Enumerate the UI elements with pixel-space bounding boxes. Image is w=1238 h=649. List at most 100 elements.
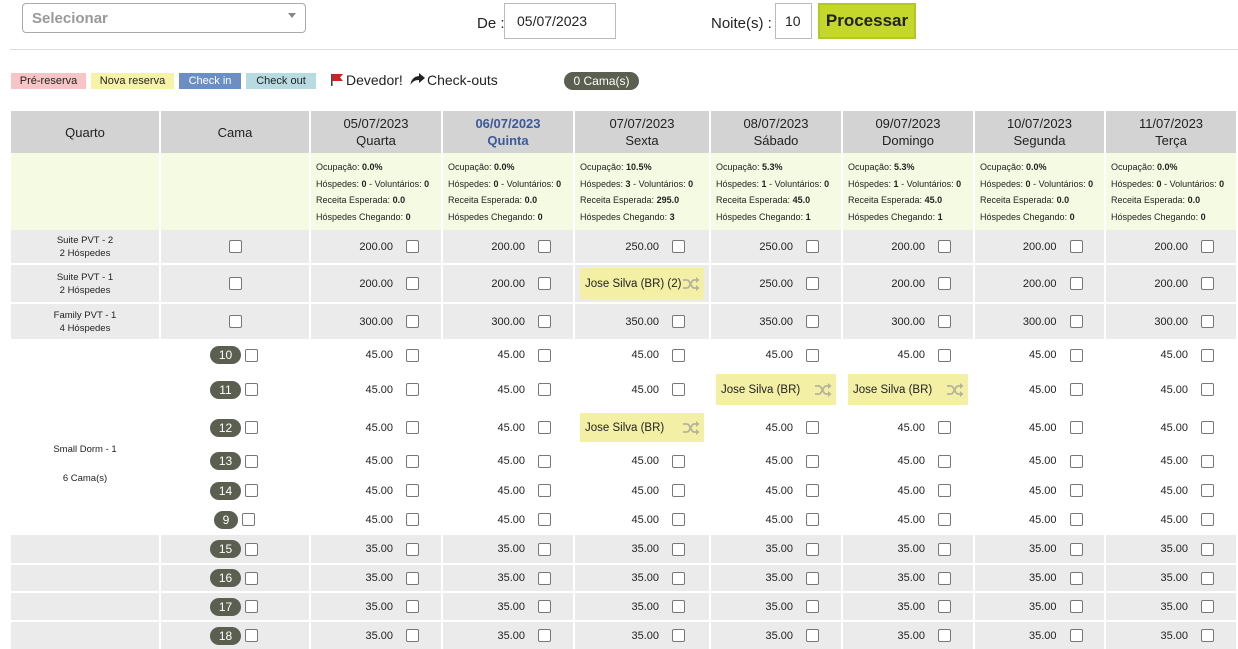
- price-checkbox[interactable]: [672, 542, 685, 556]
- shuffle-icon[interactable]: [814, 382, 832, 397]
- booking-block[interactable]: Jose Silva (BR): [848, 374, 968, 405]
- price-cell[interactable]: 200.00: [975, 265, 1104, 302]
- price-checkbox[interactable]: [1069, 277, 1083, 290]
- price-checkbox[interactable]: [1201, 240, 1214, 253]
- price-checkbox[interactable]: [938, 513, 951, 526]
- price-checkbox[interactable]: [406, 513, 419, 526]
- booking-block[interactable]: Jose Silva (BR): [580, 413, 704, 442]
- price-checkbox[interactable]: [806, 629, 819, 642]
- price-checkbox[interactable]: [538, 484, 551, 497]
- price-checkbox[interactable]: [406, 348, 419, 362]
- price-cell[interactable]: 45.00: [1106, 477, 1236, 504]
- price-checkbox[interactable]: [1069, 484, 1083, 497]
- price-checkbox[interactable]: [672, 484, 685, 497]
- price-cell[interactable]: 45.00: [711, 410, 841, 445]
- price-checkbox[interactable]: [806, 454, 819, 468]
- price-cell[interactable]: 45.00: [975, 506, 1104, 533]
- price-checkbox[interactable]: [938, 240, 951, 253]
- price-cell[interactable]: 200.00: [443, 265, 573, 302]
- price-checkbox[interactable]: [1069, 240, 1083, 253]
- price-cell[interactable]: 200.00: [843, 230, 973, 263]
- price-checkbox[interactable]: [672, 600, 685, 613]
- price-checkbox[interactable]: [806, 315, 819, 328]
- price-cell[interactable]: 35.00: [975, 593, 1104, 620]
- price-checkbox[interactable]: [806, 571, 819, 585]
- price-checkbox[interactable]: [938, 484, 951, 497]
- price-cell[interactable]: 35.00: [711, 535, 841, 563]
- price-checkbox[interactable]: [538, 513, 551, 526]
- price-checkbox[interactable]: [672, 571, 685, 585]
- price-cell[interactable]: 35.00: [1106, 535, 1236, 563]
- price-cell[interactable]: 300.00: [975, 304, 1104, 339]
- price-checkbox[interactable]: [672, 629, 685, 642]
- price-checkbox[interactable]: [938, 629, 951, 642]
- price-cell[interactable]: 200.00: [311, 230, 441, 263]
- price-checkbox[interactable]: [1201, 629, 1214, 642]
- price-cell[interactable]: 35.00: [843, 535, 973, 563]
- price-cell[interactable]: 45.00: [1106, 410, 1236, 445]
- price-cell[interactable]: 45.00: [443, 341, 573, 369]
- price-cell[interactable]: 45.00: [975, 341, 1104, 369]
- price-cell[interactable]: 35.00: [311, 622, 441, 649]
- price-cell[interactable]: 45.00: [843, 447, 973, 475]
- booking-block[interactable]: Jose Silva (BR): [716, 374, 836, 405]
- date-input[interactable]: 05/07/2023: [504, 3, 616, 39]
- price-checkbox[interactable]: [806, 277, 819, 290]
- price-checkbox[interactable]: [406, 629, 419, 642]
- room-checkbox[interactable]: [228, 315, 242, 328]
- price-checkbox[interactable]: [806, 484, 819, 497]
- price-cell[interactable]: 45.00: [975, 447, 1104, 475]
- price-cell[interactable]: 45.00: [575, 371, 709, 408]
- price-cell[interactable]: 350.00: [575, 304, 709, 339]
- price-checkbox[interactable]: [1201, 277, 1214, 290]
- price-checkbox[interactable]: [1201, 421, 1214, 434]
- price-checkbox[interactable]: [1069, 571, 1083, 585]
- bed-checkbox[interactable]: [245, 571, 258, 585]
- nights-input[interactable]: 10: [775, 3, 812, 39]
- price-checkbox[interactable]: [406, 484, 419, 497]
- price-cell[interactable]: 45.00: [311, 410, 441, 445]
- price-checkbox[interactable]: [406, 277, 419, 290]
- price-checkbox[interactable]: [672, 348, 685, 362]
- bed-checkbox[interactable]: [245, 421, 258, 434]
- price-checkbox[interactable]: [1201, 513, 1214, 526]
- price-cell[interactable]: 200.00: [1106, 265, 1236, 302]
- price-cell[interactable]: 35.00: [443, 622, 573, 649]
- price-checkbox[interactable]: [672, 513, 685, 526]
- price-cell[interactable]: 35.00: [1106, 565, 1236, 591]
- price-checkbox[interactable]: [1069, 600, 1083, 613]
- price-checkbox[interactable]: [1201, 600, 1214, 613]
- booking-block[interactable]: Jose Silva (BR) (2): [580, 268, 704, 299]
- price-checkbox[interactable]: [938, 277, 951, 290]
- price-checkbox[interactable]: [1069, 315, 1083, 328]
- price-cell[interactable]: 45.00: [311, 341, 441, 369]
- price-checkbox[interactable]: [538, 277, 551, 290]
- price-checkbox[interactable]: [406, 600, 419, 613]
- price-cell[interactable]: 45.00: [443, 477, 573, 504]
- price-cell[interactable]: 45.00: [311, 506, 441, 533]
- price-checkbox[interactable]: [806, 600, 819, 613]
- price-cell[interactable]: 45.00: [975, 477, 1104, 504]
- price-checkbox[interactable]: [806, 240, 819, 253]
- price-checkbox[interactable]: [938, 421, 951, 434]
- price-checkbox[interactable]: [538, 454, 551, 468]
- price-cell[interactable]: 45.00: [443, 447, 573, 475]
- price-checkbox[interactable]: [538, 240, 551, 253]
- bed-checkbox[interactable]: [245, 542, 258, 556]
- price-cell[interactable]: 35.00: [711, 565, 841, 591]
- price-cell[interactable]: 45.00: [443, 506, 573, 533]
- price-cell[interactable]: 45.00: [843, 477, 973, 504]
- price-cell[interactable]: 200.00: [1106, 230, 1236, 263]
- price-checkbox[interactable]: [406, 421, 419, 434]
- price-checkbox[interactable]: [1069, 629, 1083, 642]
- price-cell[interactable]: 45.00: [1106, 506, 1236, 533]
- price-checkbox[interactable]: [1069, 513, 1083, 526]
- price-cell[interactable]: 45.00: [711, 506, 841, 533]
- price-checkbox[interactable]: [538, 542, 551, 556]
- price-cell[interactable]: 200.00: [443, 230, 573, 263]
- price-cell[interactable]: 45.00: [711, 447, 841, 475]
- price-checkbox[interactable]: [538, 383, 551, 396]
- bed-checkbox[interactable]: [245, 629, 258, 642]
- price-checkbox[interactable]: [406, 571, 419, 585]
- price-cell[interactable]: 35.00: [711, 622, 841, 649]
